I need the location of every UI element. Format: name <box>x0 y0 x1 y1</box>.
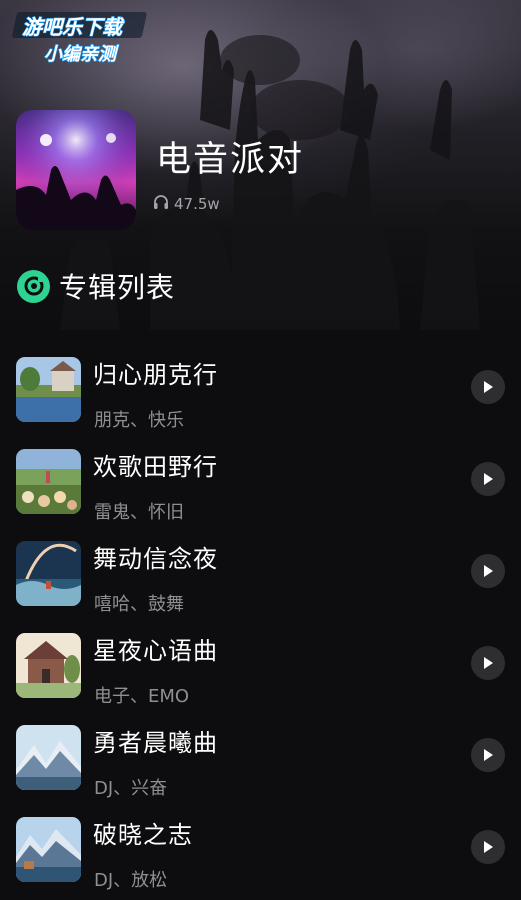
song-title: 舞动信念夜 <box>93 545 218 573</box>
svg-text:游吧乐下载: 游吧乐下载 <box>22 15 125 39</box>
play-icon <box>484 749 493 761</box>
play-icon <box>484 565 493 577</box>
song-tags: DJ、兴奋 <box>94 778 168 799</box>
play-button[interactable] <box>471 738 505 772</box>
song-title: 星夜心语曲 <box>93 637 218 665</box>
play-count-value: 47.5w <box>174 195 220 213</box>
song-title: 归心朋克行 <box>93 361 218 389</box>
song-thumbnail <box>16 449 81 514</box>
song-tags: 朋克、快乐 <box>94 410 184 431</box>
play-button[interactable] <box>471 830 505 864</box>
song-thumbnail <box>16 725 81 790</box>
song-thumbnail <box>16 541 81 606</box>
section-title: 专辑列表 <box>59 271 176 304</box>
song-tags: 雷鬼、怀旧 <box>94 502 184 523</box>
album-list-header: 专辑列表 <box>17 268 175 304</box>
play-icon <box>484 381 493 393</box>
album-title: 电音派对 <box>156 140 305 180</box>
song-title: 破晓之志 <box>93 821 193 849</box>
song-tags: 嘻哈、鼓舞 <box>94 594 184 615</box>
play-count: 47.5w <box>152 194 220 214</box>
play-button[interactable] <box>471 646 505 680</box>
song-thumbnail <box>16 633 81 698</box>
play-icon <box>484 657 493 669</box>
headphones-icon <box>152 194 170 214</box>
list-item[interactable]: 舞动信念夜 嘻哈、鼓舞 <box>0 532 521 624</box>
list-item[interactable]: 星夜心语曲 电子、EMO <box>0 624 521 716</box>
album-list: 归心朋克行 朋克、快乐 欢歌田野行 雷鬼、怀旧 舞动信念夜 嘻哈、鼓舞 星夜心语… <box>0 348 521 900</box>
play-icon <box>484 473 493 485</box>
list-item[interactable]: 破晓之志 DJ、放松 <box>0 808 521 900</box>
song-title: 欢歌田野行 <box>93 453 218 481</box>
play-icon <box>484 841 493 853</box>
svg-text:小编亲测: 小编亲测 <box>44 44 119 65</box>
song-thumbnail <box>16 817 81 882</box>
play-button[interactable] <box>471 370 505 404</box>
song-thumbnail <box>16 357 81 422</box>
play-button[interactable] <box>471 462 505 496</box>
disc-icon <box>17 269 50 303</box>
list-item[interactable]: 勇者晨曦曲 DJ、兴奋 <box>0 716 521 808</box>
list-item[interactable]: 归心朋克行 朋克、快乐 <box>0 348 521 440</box>
song-tags: DJ、放松 <box>94 870 168 891</box>
song-tags: 电子、EMO <box>94 686 190 707</box>
watermark-logo: 游吧乐下载 小编亲测 <box>10 8 150 66</box>
song-title: 勇者晨曦曲 <box>93 729 218 757</box>
play-button[interactable] <box>471 554 505 588</box>
list-item[interactable]: 欢歌田野行 雷鬼、怀旧 <box>0 440 521 532</box>
album-cover <box>16 110 136 230</box>
